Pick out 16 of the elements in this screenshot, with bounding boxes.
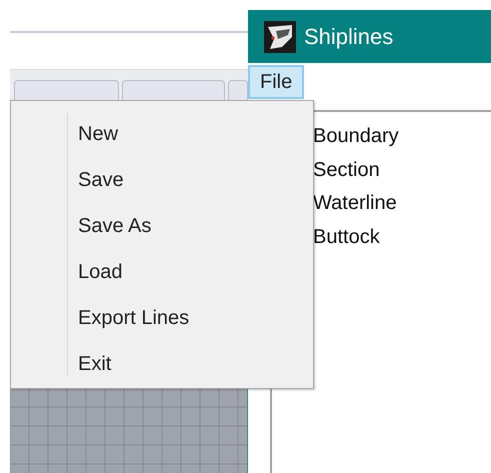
menu-option[interactable]: Export Lines	[78, 295, 190, 341]
tab[interactable]	[122, 80, 226, 102]
list-item[interactable]: Section	[313, 154, 491, 187]
menu-option[interactable]: Load	[78, 249, 122, 295]
menu-option[interactable]: Save As	[78, 203, 152, 249]
tab[interactable]	[228, 80, 248, 102]
menu-option[interactable]: Exit	[78, 341, 112, 387]
window-title: Shiplines	[304, 23, 394, 51]
menu-item[interactable]: File	[248, 65, 304, 99]
menu-option[interactable]: New	[78, 111, 118, 157]
tab[interactable]	[14, 80, 120, 102]
app-icon	[264, 20, 296, 52]
list-item[interactable]: Buttock	[313, 220, 491, 254]
list-item[interactable]: Boundary	[313, 120, 491, 154]
menu-option[interactable]: Save	[78, 157, 124, 203]
list-item[interactable]: Waterline	[313, 187, 491, 220]
